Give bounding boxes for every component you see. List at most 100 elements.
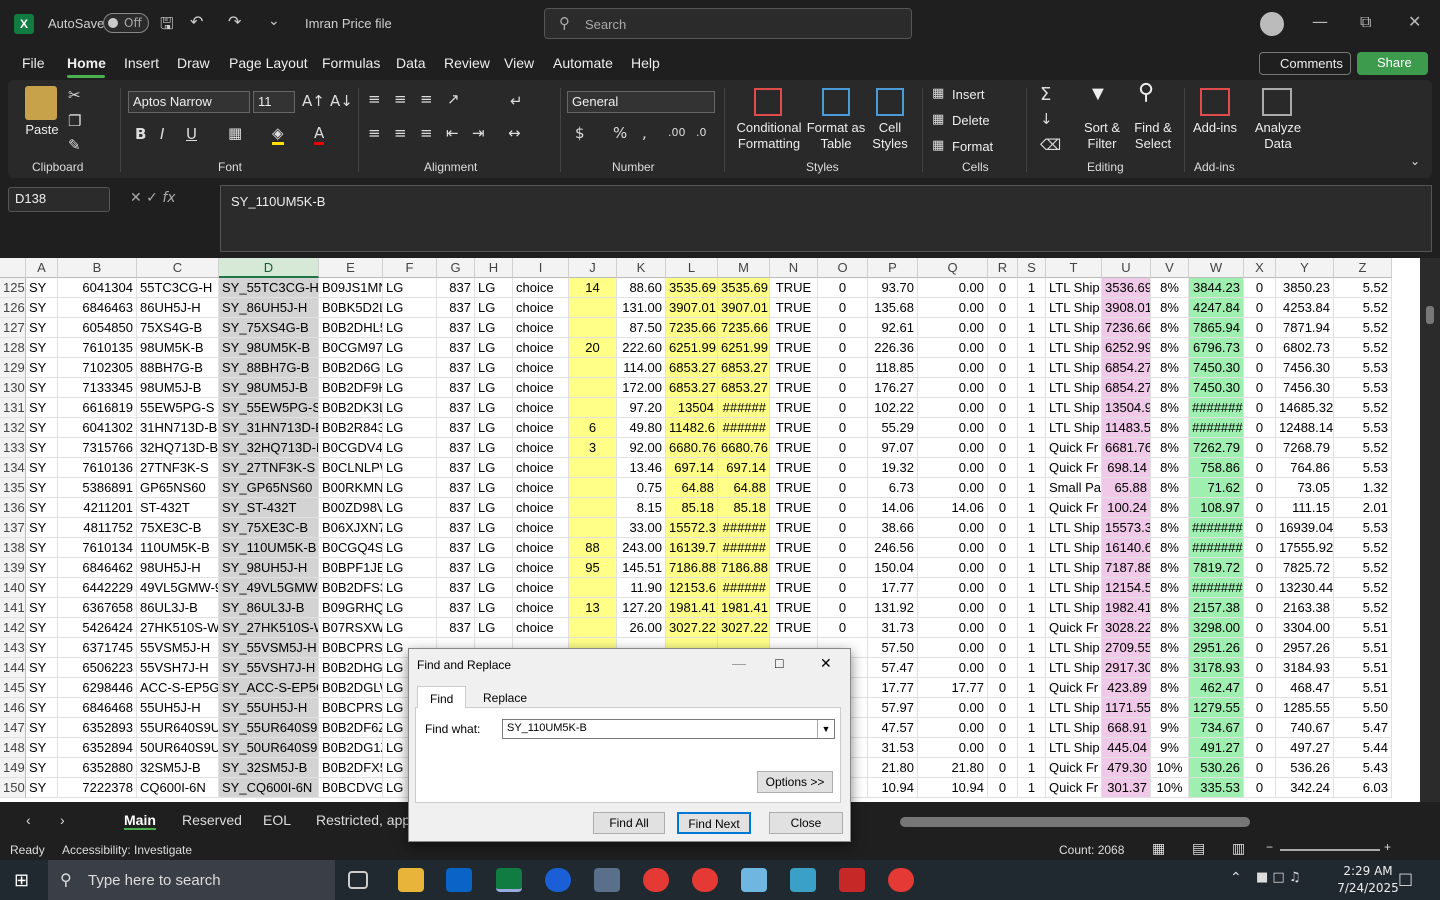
row-header[interactable]: 125 <box>0 278 26 298</box>
cell[interactable]: 0 <box>818 598 868 618</box>
cell[interactable]: 13 <box>569 598 617 618</box>
cell[interactable]: SY_27TNF3K-S <box>219 458 319 478</box>
cell[interactable]: SY <box>26 598 58 618</box>
cell[interactable]: 32SM5J-B <box>137 758 219 778</box>
cell[interactable]: LG <box>383 618 437 638</box>
page-layout-view-icon[interactable]: ▤ <box>1192 840 1205 857</box>
cell[interactable]: LG <box>383 598 437 618</box>
cell[interactable]: 1 <box>1018 578 1046 598</box>
column-header-n[interactable]: N <box>770 258 818 278</box>
cell[interactable]: 0.00 <box>918 518 988 538</box>
cell[interactable]: LTL Ship <box>1046 378 1102 398</box>
cell[interactable]: 0.00 <box>918 298 988 318</box>
cell[interactable]: TRUE <box>770 318 818 338</box>
zoom-slider[interactable] <box>1280 849 1380 851</box>
cell[interactable]: 0.00 <box>918 538 988 558</box>
cell[interactable]: 301.37 <box>1102 778 1151 798</box>
cell[interactable]: ####### <box>1189 418 1244 438</box>
cell[interactable]: 5.51 <box>1334 658 1392 678</box>
select-all-corner[interactable] <box>0 258 26 278</box>
cell[interactable]: Quick Fr <box>1046 438 1102 458</box>
cell[interactable]: SY_86UH5J-H <box>219 298 319 318</box>
cell[interactable]: 1279.55 <box>1189 698 1244 718</box>
cell[interactable]: 0 <box>1244 338 1276 358</box>
cell[interactable]: TRUE <box>770 518 818 538</box>
cell[interactable]: 7186.88 <box>718 558 770 578</box>
cell[interactable]: 55VSH7J-H <box>137 658 219 678</box>
cell[interactable]: choice <box>513 418 569 438</box>
cell[interactable]: 226.36 <box>868 338 918 358</box>
row-header[interactable]: 144 <box>0 658 26 678</box>
cell[interactable]: 468.47 <box>1276 678 1334 698</box>
cell[interactable]: 8% <box>1151 478 1189 498</box>
cell[interactable]: SY_98UM5J-B <box>219 378 319 398</box>
cell[interactable]: 6442229 <box>58 578 137 598</box>
horizontal-scroll-thumb[interactable] <box>900 817 1250 827</box>
cell[interactable]: SY <box>26 378 58 398</box>
cell[interactable]: LG <box>475 378 513 398</box>
search-box[interactable]: ⚲ Search <box>544 8 912 39</box>
cell[interactable]: 55.29 <box>868 418 918 438</box>
column-header-b[interactable]: B <box>58 258 137 278</box>
cell[interactable]: 0 <box>1244 638 1276 658</box>
cell[interactable]: 12154.58 <box>1102 578 1151 598</box>
column-header-c[interactable]: C <box>137 258 219 278</box>
cell[interactable]: 0.00 <box>918 418 988 438</box>
cell[interactable]: 0 <box>988 298 1018 318</box>
cell[interactable]: 1 <box>1018 598 1046 618</box>
dialog-minimize-icon[interactable]: — <box>732 655 746 671</box>
analyze-data-icon[interactable] <box>1262 88 1292 116</box>
cell[interactable]: LTL Ship <box>1046 318 1102 338</box>
cell[interactable]: 0 <box>988 578 1018 598</box>
file-name[interactable]: Imran Price file <box>305 16 392 31</box>
cell[interactable]: 55UH5J-H <box>137 698 219 718</box>
cell[interactable]: 530.26 <box>1189 758 1244 778</box>
cell[interactable]: LG <box>475 598 513 618</box>
cell[interactable]: LG <box>475 538 513 558</box>
cell[interactable]: choice <box>513 498 569 518</box>
cell[interactable]: 1 <box>1018 478 1046 498</box>
cell[interactable]: 5386891 <box>58 478 137 498</box>
cell[interactable]: LG <box>475 438 513 458</box>
cell[interactable]: 3027.22 <box>718 618 770 638</box>
cell[interactable]: 5.53 <box>1334 378 1392 398</box>
cell[interactable]: SY <box>26 338 58 358</box>
cell[interactable]: SY <box>26 398 58 418</box>
column-header-g[interactable]: G <box>437 258 475 278</box>
cell[interactable]: LG <box>475 498 513 518</box>
cell[interactable]: 8% <box>1151 298 1189 318</box>
cell[interactable]: LTL Ship <box>1046 658 1102 678</box>
cell[interactable]: SY <box>26 278 58 298</box>
app-icon-2[interactable] <box>790 868 816 892</box>
cell[interactable]: SY_75XE3C-B <box>219 518 319 538</box>
cell[interactable]: 462.47 <box>1189 678 1244 698</box>
cell[interactable]: 49.80 <box>617 418 666 438</box>
cell[interactable]: choice <box>513 398 569 418</box>
cell[interactable]: SY_32SM5J-B <box>219 758 319 778</box>
cell[interactable]: 0 <box>988 398 1018 418</box>
cell[interactable]: B0CLNLPW <box>319 458 383 478</box>
cell[interactable]: 5.53 <box>1334 518 1392 538</box>
cell[interactable]: 6352880 <box>58 758 137 778</box>
undo-icon[interactable]: ↶ <box>190 12 203 32</box>
cell[interactable]: B0BCPRSQ <box>319 698 383 718</box>
cell[interactable]: B06XJXN7 <box>319 518 383 538</box>
calculator-icon[interactable] <box>594 868 620 892</box>
cell[interactable]: 9% <box>1151 738 1189 758</box>
cell[interactable]: SY_31HN713D-B <box>219 418 319 438</box>
cell[interactable]: 0 <box>818 458 868 478</box>
cell[interactable]: 0 <box>988 318 1018 338</box>
minimize-icon[interactable]: — <box>1312 12 1328 31</box>
cell[interactable]: 1981.41 <box>666 598 718 618</box>
cell[interactable]: 5.52 <box>1334 598 1392 618</box>
cell[interactable]: 31.53 <box>868 738 918 758</box>
cell[interactable]: ###### <box>718 398 770 418</box>
cell[interactable]: 5.51 <box>1334 638 1392 658</box>
cell[interactable]: 0.00 <box>918 698 988 718</box>
cell[interactable]: B00RKMNI <box>319 478 383 498</box>
cell[interactable]: Quick Fr <box>1046 458 1102 478</box>
cell[interactable]: 0.00 <box>918 638 988 658</box>
fill-icon[interactable]: ↓ <box>1040 110 1053 128</box>
row-header[interactable]: 143 <box>0 638 26 658</box>
paste-icon[interactable] <box>25 86 57 120</box>
